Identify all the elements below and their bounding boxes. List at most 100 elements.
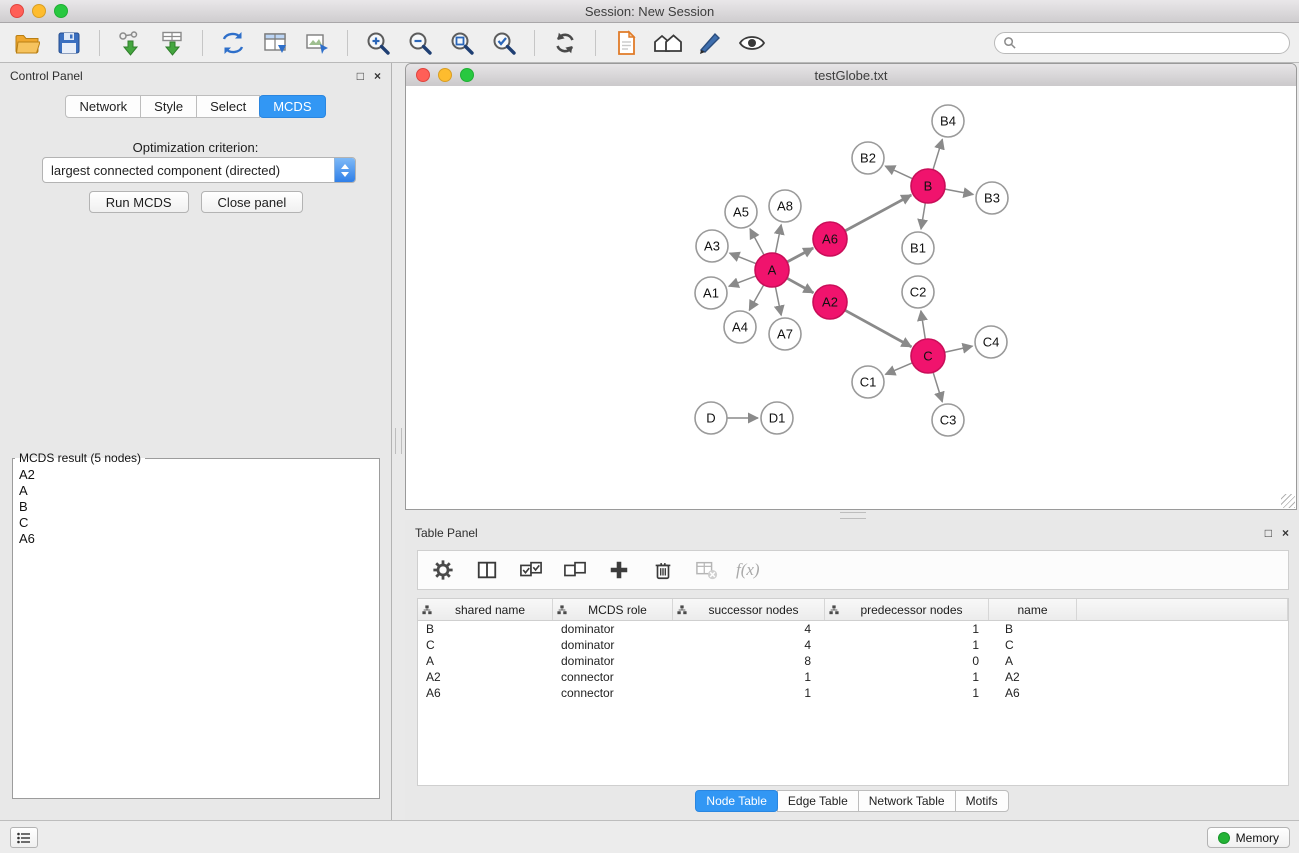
graph-edge-A-A1[interactable] (729, 276, 757, 287)
import-table-button[interactable] (151, 26, 193, 60)
cell-mcds-role[interactable]: connector (553, 686, 673, 700)
close-window-button[interactable] (10, 4, 24, 18)
create-column-button[interactable] (604, 555, 634, 585)
tab-style[interactable]: Style (140, 95, 197, 118)
cell-name[interactable]: A (989, 654, 1077, 668)
column-header-mcds-role[interactable]: MCDS role (553, 599, 673, 620)
graph-edge-C-C1[interactable] (885, 362, 913, 374)
task-history-button[interactable] (10, 827, 38, 848)
tab-mcds[interactable]: MCDS (259, 95, 325, 118)
cell-name[interactable]: A6 (989, 686, 1077, 700)
graph-node-A2[interactable]: A2 (813, 285, 847, 319)
graph-edge-A-A2[interactable] (786, 278, 813, 293)
tab-network-table[interactable]: Network Table (858, 790, 956, 812)
cell-successor-nodes[interactable]: 4 (673, 622, 825, 636)
graph-edge-A-A4[interactable] (749, 284, 764, 310)
close-panel-icon[interactable]: × (374, 70, 381, 82)
tab-motifs[interactable]: Motifs (955, 790, 1009, 812)
column-header-successor-nodes[interactable]: successor nodes (673, 599, 825, 620)
cell-successor-nodes[interactable]: 1 (673, 686, 825, 700)
cell-predecessor-nodes[interactable]: 1 (825, 622, 989, 636)
cell-predecessor-nodes[interactable]: 1 (825, 670, 989, 684)
optimization-criterion-dropdown[interactable]: largest connected component (directed) (42, 157, 356, 183)
open-session-button[interactable] (6, 26, 48, 60)
graph-edge-A6-B[interactable] (844, 195, 911, 231)
run-mcds-button[interactable]: Run MCDS (89, 191, 189, 213)
result-list-item[interactable]: A6 (13, 531, 379, 547)
graph-node-B4[interactable]: B4 (932, 105, 964, 137)
float-panel-icon[interactable]: □ (1265, 527, 1272, 539)
cell-successor-nodes[interactable]: 8 (673, 654, 825, 668)
zoom-fit-button[interactable] (441, 26, 483, 60)
app-titlebar[interactable]: Session: New Session (0, 0, 1299, 23)
import-network-button[interactable] (109, 26, 151, 60)
cell-name[interactable]: A2 (989, 670, 1077, 684)
show-graphics-button[interactable] (731, 26, 773, 60)
graph-node-A[interactable]: A (755, 253, 789, 287)
graph-edge-A-A7[interactable] (775, 286, 781, 316)
graph-node-C1[interactable]: C1 (852, 366, 884, 398)
graph-edge-B-B1[interactable] (921, 202, 926, 229)
cell-mcds-role[interactable]: dominator (553, 654, 673, 668)
cell-shared-name[interactable]: A (418, 654, 553, 668)
tab-network[interactable]: Network (65, 95, 141, 118)
graph-node-B1[interactable]: B1 (902, 232, 934, 264)
cell-name[interactable]: C (989, 638, 1077, 652)
cell-shared-name[interactable]: A6 (418, 686, 553, 700)
result-list-item[interactable]: A2 (13, 467, 379, 483)
window-resize-grip[interactable] (1281, 494, 1295, 508)
cell-mcds-role[interactable]: dominator (553, 638, 673, 652)
cell-mcds-role[interactable]: dominator (553, 622, 673, 636)
cell-successor-nodes[interactable]: 1 (673, 670, 825, 684)
graph-node-C4[interactable]: C4 (975, 326, 1007, 358)
table-settings-button[interactable] (428, 555, 458, 585)
toolbar-search[interactable] (994, 32, 1290, 54)
memory-button[interactable]: Memory (1207, 827, 1290, 848)
result-list-item[interactable]: A (13, 483, 379, 499)
graph-node-C2[interactable]: C2 (902, 276, 934, 308)
deselect-all-button[interactable] (560, 555, 590, 585)
network-canvas[interactable]: B4B2BB3A5A8A6B1A3AA1A2C2A4A7C4CC1C3DD1 (406, 86, 1296, 509)
export-document-button[interactable] (605, 26, 647, 60)
graph-node-A5[interactable]: A5 (725, 196, 757, 228)
zoom-selected-button[interactable] (483, 26, 525, 60)
graph-node-B3[interactable]: B3 (976, 182, 1008, 214)
cell-predecessor-nodes[interactable]: 1 (825, 686, 989, 700)
export-image-button[interactable] (296, 26, 338, 60)
vertical-splitter-handle[interactable] (395, 428, 402, 454)
dropdown-stepper-icon[interactable] (334, 158, 355, 182)
cell-predecessor-nodes[interactable]: 0 (825, 654, 989, 668)
graph-node-C3[interactable]: C3 (932, 404, 964, 436)
graph-node-A1[interactable]: A1 (695, 277, 727, 309)
graph-edge-A-A3[interactable] (730, 253, 758, 264)
graph-edge-A-A5[interactable] (750, 229, 765, 256)
cell-mcds-role[interactable]: connector (553, 670, 673, 684)
tab-select[interactable]: Select (196, 95, 260, 118)
graph-edge-B-B2[interactable] (885, 166, 913, 179)
cell-successor-nodes[interactable]: 4 (673, 638, 825, 652)
graph-node-A6[interactable]: A6 (813, 222, 847, 256)
home-button[interactable] (647, 26, 689, 60)
function-builder-button[interactable]: f(x) (736, 560, 760, 580)
search-input[interactable] (1021, 35, 1281, 51)
graph-node-C[interactable]: C (911, 339, 945, 373)
zoom-window-button[interactable] (54, 4, 68, 18)
graph-edge-B-B4[interactable] (933, 139, 943, 171)
column-header-predecessor-nodes[interactable]: predecessor nodes (825, 599, 989, 620)
column-header-shared-name[interactable]: shared name (418, 599, 553, 620)
graph-node-B[interactable]: B (911, 169, 945, 203)
graph-node-D1[interactable]: D1 (761, 402, 793, 434)
tab-edge-table[interactable]: Edge Table (777, 790, 859, 812)
table-row[interactable]: A dominator 8 0 A (418, 653, 1288, 669)
delete-column-button[interactable] (648, 555, 678, 585)
show-columns-button[interactable] (472, 555, 502, 585)
graph-node-A7[interactable]: A7 (769, 318, 801, 350)
cell-shared-name[interactable]: B (418, 622, 553, 636)
result-list-item[interactable]: C (13, 515, 379, 531)
cell-shared-name[interactable]: A2 (418, 670, 553, 684)
table-row[interactable]: C dominator 4 1 C (418, 637, 1288, 653)
minimize-window-button[interactable] (438, 68, 452, 82)
graph-node-A3[interactable]: A3 (696, 230, 728, 262)
graph-edge-A-A8[interactable] (775, 225, 781, 255)
graph-node-D[interactable]: D (695, 402, 727, 434)
